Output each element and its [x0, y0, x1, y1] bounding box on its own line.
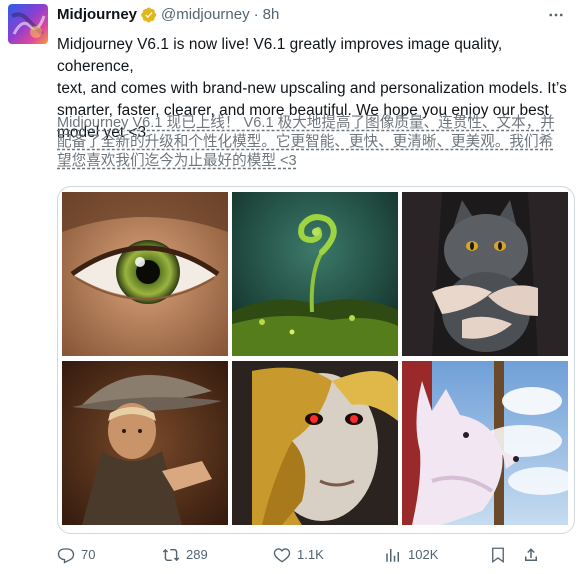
verified-badge-icon[interactable] — [141, 7, 157, 23]
tweet[interactable]: Midjourney @midjourney · 8h Midjourney V… — [0, 0, 581, 574]
timestamp[interactable]: 8h — [263, 6, 280, 23]
repost-icon — [162, 548, 180, 562]
tweet-header: Midjourney @midjourney · 8h — [57, 6, 279, 23]
avatar[interactable] — [8, 4, 48, 44]
reply-icon — [57, 548, 75, 564]
like-count: 1.1K — [297, 547, 324, 562]
heart-icon — [273, 548, 291, 563]
handle[interactable]: @midjourney — [161, 6, 250, 23]
media-image-gold-mask[interactable] — [232, 361, 398, 525]
more-options-icon[interactable] — [547, 6, 565, 24]
tweet-text-line: Midjourney V6.1 is now live! V6.1 greatl… — [57, 36, 503, 75]
media-image-eye[interactable] — [62, 192, 228, 356]
fern-sprout-image — [232, 192, 398, 356]
views-button[interactable]: 102K — [384, 546, 438, 564]
action-bar: 70 289 1.1K 102K — [57, 546, 571, 566]
repost-count: 289 — [186, 547, 208, 562]
media-image-wizard[interactable] — [62, 361, 228, 525]
wizard-image — [62, 361, 228, 525]
share-button[interactable] — [522, 546, 546, 564]
white-wolf-painting-image — [402, 361, 568, 525]
bookmark-button[interactable] — [489, 546, 513, 564]
media-image-cat[interactable] — [402, 192, 568, 356]
translated-text-line: 望您喜欢我们迄今为止最好的模型 <3 — [57, 153, 297, 169]
tweet-text-line: text, and comes with brand-new upscaling… — [57, 80, 567, 97]
cat-in-hands-image — [402, 192, 568, 356]
views-chart-icon — [386, 549, 399, 562]
eye-image — [62, 192, 228, 356]
views-count: 102K — [408, 547, 439, 562]
media-image-fern[interactable] — [232, 192, 398, 356]
like-button[interactable]: 1.1K — [273, 546, 324, 564]
repost-button[interactable]: 289 — [162, 546, 208, 564]
translated-text-line: 配备了全新的升级和个性化模型。它更智能、更快、更清晰、更美观。我们希 — [57, 134, 554, 150]
translated-text-line: Midjourney V6.1 现已上线！ V6.1 极大地提高了图像质量、连贯… — [57, 115, 555, 131]
media-image-wolf[interactable] — [402, 361, 568, 525]
media-grid — [57, 186, 575, 534]
gold-mask-face-image — [232, 361, 398, 525]
separator-dot: · — [253, 6, 259, 23]
reply-button[interactable]: 70 — [57, 546, 95, 564]
bookmark-icon — [492, 547, 504, 564]
display-name[interactable]: Midjourney — [57, 6, 137, 23]
reply-count: 70 — [81, 547, 96, 562]
translated-text: Midjourney V6.1 现已上线！ V6.1 极大地提高了图像质量、连贯… — [57, 114, 571, 171]
midjourney-avatar-icon — [8, 4, 48, 44]
share-icon — [525, 548, 537, 561]
